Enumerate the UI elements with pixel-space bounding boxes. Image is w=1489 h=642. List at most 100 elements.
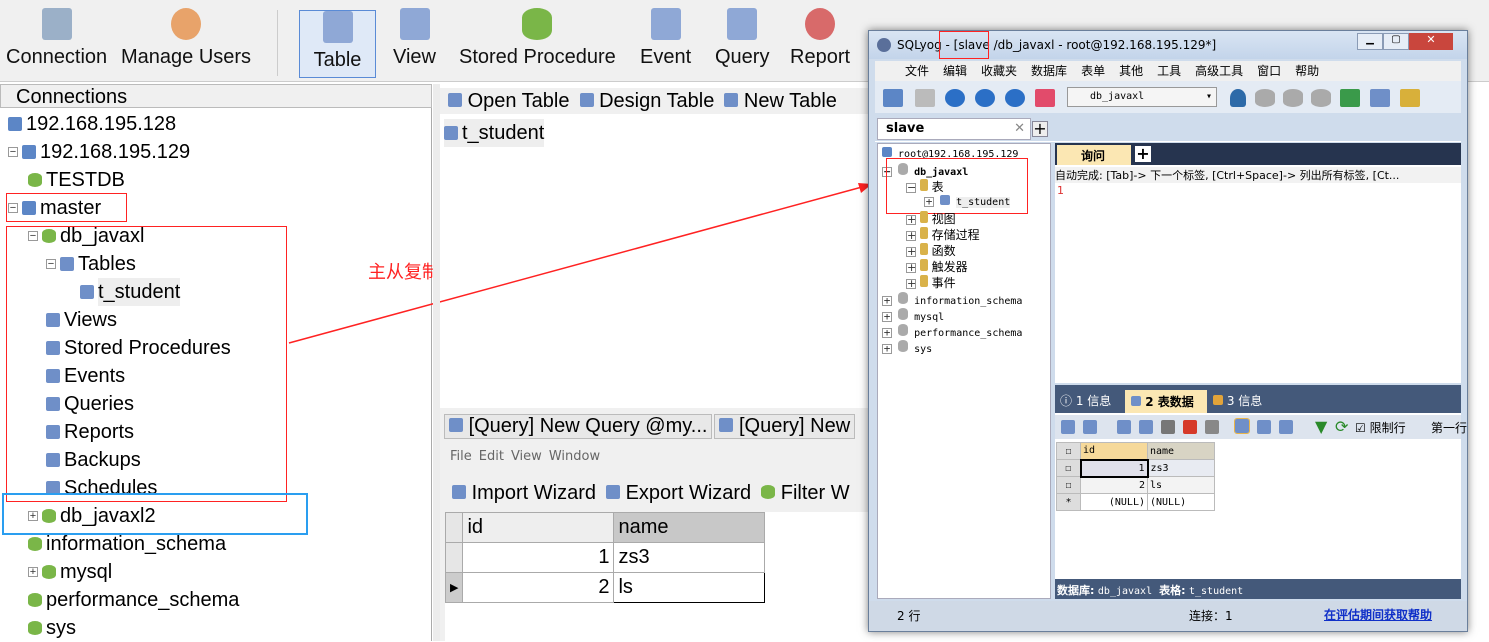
tree-folder[interactable]: + 存储过程 xyxy=(906,226,980,243)
cell[interactable]: 1 xyxy=(1079,458,1149,478)
cell[interactable]: (NULL) xyxy=(1080,493,1148,511)
refresh-icon[interactable]: ⟳ xyxy=(1335,417,1348,436)
close-button[interactable]: ✕ xyxy=(1409,33,1453,50)
menu-item[interactable]: 工具 xyxy=(1157,61,1181,81)
title-bar[interactable]: SQLyog - [slave /db_javaxl - root@192.16… xyxy=(869,31,1467,59)
filter-icon[interactable]: ▼ xyxy=(1315,417,1327,436)
expand-icon[interactable]: + xyxy=(906,278,916,289)
expand-icon[interactable]: + xyxy=(882,343,892,354)
filter-wizard-button[interactable]: Filter W xyxy=(761,482,850,505)
database-select[interactable]: db_javaxl ▾ xyxy=(1067,87,1217,107)
schema-icon[interactable] xyxy=(1370,89,1390,107)
result-tab-2[interactable]: 2 表数据 xyxy=(1125,390,1207,413)
insert-row-icon[interactable] xyxy=(1061,420,1075,434)
query-tab-1[interactable]: [Query] New Query @my... xyxy=(444,414,713,439)
cancel-icon[interactable] xyxy=(1205,420,1219,434)
open-table-button[interactable]: Open Table xyxy=(448,90,570,113)
query-tab[interactable]: 询问 xyxy=(1057,145,1131,165)
result-tab-1[interactable]: ⓘ 1 信息 xyxy=(1060,392,1111,409)
menu-item[interactable]: 数据库 xyxy=(1031,61,1067,81)
query-tab-2[interactable]: [Query] New xyxy=(714,414,856,439)
maximize-button[interactable]: ▢ xyxy=(1383,33,1409,50)
column-header-name[interactable]: name xyxy=(613,512,766,543)
cell[interactable]: zs3 xyxy=(613,542,766,573)
column-header-name[interactable]: name xyxy=(1147,442,1215,460)
menu-item[interactable]: 编辑 xyxy=(943,61,967,81)
tree-database[interactable]: + sys xyxy=(882,340,932,355)
add-row-icon[interactable] xyxy=(1117,420,1131,434)
new-query-icon[interactable] xyxy=(915,89,935,107)
table-row[interactable]: ☐ 2 ls xyxy=(1056,476,1215,494)
tree-folder[interactable]: + 视图 xyxy=(906,210,956,227)
cell[interactable]: 2 xyxy=(462,572,615,603)
export-wizard-button[interactable]: Export Wizard xyxy=(606,482,751,505)
menu-item[interactable]: 高级工具 xyxy=(1195,61,1243,81)
table-row[interactable]: ☐ 1 zs3 xyxy=(1056,458,1215,478)
import-icon[interactable] xyxy=(1311,89,1331,107)
expand-icon[interactable]: + xyxy=(906,214,916,225)
row-checkbox[interactable]: ☐ xyxy=(1056,459,1081,477)
duplicate-icon[interactable] xyxy=(1139,420,1153,434)
restore-icon[interactable] xyxy=(1283,89,1303,107)
menu-item[interactable]: 文件 xyxy=(905,61,929,81)
result-tab-3[interactable]: 3 信息 xyxy=(1213,392,1262,409)
save-icon[interactable] xyxy=(1161,420,1175,434)
menu-item[interactable]: 收藏夹 xyxy=(981,61,1017,81)
new-table-button[interactable]: New Table xyxy=(724,90,837,113)
delete-icon[interactable] xyxy=(1183,420,1197,434)
connect-icon[interactable] xyxy=(883,89,903,107)
tree-database[interactable]: + information_schema xyxy=(882,292,1022,307)
sql-editor[interactable] xyxy=(1055,183,1461,383)
cell[interactable]: (NULL) xyxy=(1147,493,1215,511)
expand-icon[interactable]: + xyxy=(882,327,892,338)
object-t-student[interactable]: t_student xyxy=(444,119,545,147)
table-row[interactable]: ▶ 2 ls xyxy=(444,572,766,603)
sync-icon[interactable] xyxy=(1340,89,1360,107)
tree-folder[interactable]: + 事件 xyxy=(906,274,956,291)
expand-icon[interactable]: + xyxy=(882,295,892,306)
splitter[interactable] xyxy=(433,84,440,641)
table-row[interactable]: 1 zs3 xyxy=(444,542,766,573)
cell[interactable]: zs3 xyxy=(1147,459,1215,477)
menu-edit[interactable]: Edit xyxy=(479,449,504,464)
text-view-icon[interactable] xyxy=(1279,420,1293,434)
tree-folder[interactable]: + 触发器 xyxy=(906,258,968,275)
add-tab-button[interactable]: + xyxy=(1032,121,1048,137)
column-header-id[interactable]: id xyxy=(462,512,615,543)
key-icon[interactable] xyxy=(1400,89,1420,107)
add-query-tab-button[interactable]: + xyxy=(1135,146,1151,162)
select-all-checkbox[interactable]: ☐ xyxy=(1056,442,1081,460)
help-link[interactable]: 在评估期间获取帮助 xyxy=(1324,606,1432,623)
tree-folder[interactable]: + 函数 xyxy=(906,242,956,259)
design-table-button[interactable]: Design Table xyxy=(579,90,714,113)
menu-item[interactable]: 表单 xyxy=(1081,61,1105,81)
menu-view[interactable]: View xyxy=(511,449,542,464)
cell[interactable]: ls xyxy=(613,572,766,603)
export-icon[interactable] xyxy=(1083,420,1097,434)
column-header-id[interactable]: id xyxy=(1080,442,1148,460)
execute-edit-icon[interactable] xyxy=(1005,89,1025,107)
connection-tab-slave[interactable]: slave ✕ xyxy=(877,118,1031,140)
expand-icon[interactable]: + xyxy=(882,311,892,322)
shapes-icon[interactable] xyxy=(1035,89,1055,107)
backup-icon[interactable] xyxy=(1255,89,1275,107)
tree-database[interactable]: + mysql xyxy=(882,308,944,323)
menu-item[interactable]: 窗口 xyxy=(1257,61,1281,81)
menu-file[interactable]: File xyxy=(450,449,472,464)
form-view-icon[interactable] xyxy=(1257,420,1271,434)
row-checkbox[interactable]: ☐ xyxy=(1056,476,1081,494)
table-row[interactable]: * (NULL) (NULL) xyxy=(1056,493,1215,511)
execute-all-icon[interactable] xyxy=(975,89,995,107)
cell[interactable]: ls xyxy=(1147,476,1215,494)
cell[interactable]: 2 xyxy=(1080,476,1148,494)
menu-item[interactable]: 帮助 xyxy=(1295,61,1319,81)
menu-window[interactable]: Window xyxy=(549,449,600,464)
cell[interactable]: 1 xyxy=(462,542,615,573)
import-wizard-button[interactable]: Import Wizard xyxy=(452,482,596,505)
tree-database[interactable]: + performance_schema xyxy=(882,324,1022,339)
limit-rows-checkbox[interactable]: ☑ 限制行 xyxy=(1355,419,1406,436)
expand-icon[interactable]: + xyxy=(906,246,916,257)
minimize-button[interactable]: ▁ xyxy=(1357,33,1383,50)
execute-icon[interactable] xyxy=(945,89,965,107)
user-icon[interactable] xyxy=(1230,89,1246,107)
